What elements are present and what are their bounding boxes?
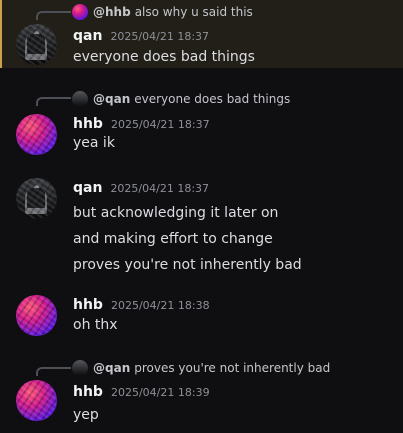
message-text: proves you're not inherently bad (73, 257, 302, 273)
reply-reference[interactable]: @qan proves you're not inherently bad (72, 360, 330, 376)
username[interactable]: hhb (73, 297, 103, 313)
reply-preview-text[interactable]: proves you're not inherently bad (134, 361, 330, 375)
reply-avatar (72, 91, 88, 107)
reply-avatar (72, 4, 88, 20)
timestamp: 2025/04/21 18:38 (110, 299, 210, 312)
message-item[interactable]: @qan proves you're not inherently bad hh… (0, 356, 403, 433)
message-item[interactable]: @hhb also why u said this qan 2025/04/21… (0, 0, 403, 68)
message-item[interactable]: @qan everyone does bad things hhb 2025/0… (0, 86, 403, 160)
avatar[interactable] (16, 380, 57, 421)
reply-author[interactable]: @hhb (93, 5, 131, 19)
avatar[interactable] (16, 24, 57, 65)
timestamp: 2025/04/21 18:39 (110, 386, 210, 399)
reply-connector-line (36, 11, 71, 20)
reply-author[interactable]: @qan (93, 361, 130, 375)
reply-preview-text[interactable]: also why u said this (135, 5, 253, 19)
username[interactable]: hhb (73, 116, 103, 132)
chat-log: @hhb also why u said this qan 2025/04/21… (0, 0, 403, 433)
username[interactable]: qan (73, 28, 102, 44)
timestamp: 2025/04/21 18:37 (110, 30, 210, 43)
message-content: yea ik (73, 132, 115, 154)
message-content: oh thx (73, 314, 118, 336)
mention-highlight-bar (0, 0, 2, 68)
reply-reference[interactable]: @hhb also why u said this (72, 4, 253, 20)
reply-preview-text[interactable]: everyone does bad things (134, 92, 290, 106)
message-item[interactable]: qan 2025/04/21 18:37 but acknowledging i… (0, 174, 403, 280)
message-content: everyone does bad things (73, 46, 255, 68)
message-text: but acknowledging it later on (73, 205, 279, 221)
message-text: oh thx (73, 317, 118, 333)
avatar[interactable] (16, 114, 57, 155)
reply-author[interactable]: @qan (93, 92, 130, 106)
message-text: and making effort to change (73, 231, 273, 247)
message-text: yea ik (73, 135, 115, 151)
message-content: yep (73, 404, 99, 426)
reply-connector-line (36, 97, 71, 106)
message-text: yep (73, 407, 99, 423)
message-content: but acknowledging it later on and making… (73, 200, 302, 278)
reply-reference[interactable]: @qan everyone does bad things (72, 91, 290, 107)
timestamp: 2025/04/21 18:37 (110, 182, 210, 195)
username[interactable]: qan (73, 180, 102, 196)
avatar[interactable] (16, 178, 57, 219)
reply-connector-line (36, 367, 71, 376)
avatar[interactable] (16, 295, 57, 336)
reply-avatar (72, 360, 88, 376)
message-item[interactable]: hhb 2025/04/21 18:38 oh thx (0, 292, 403, 344)
username[interactable]: hhb (73, 384, 103, 400)
message-text: everyone does bad things (73, 49, 255, 65)
timestamp: 2025/04/21 18:37 (110, 118, 210, 131)
